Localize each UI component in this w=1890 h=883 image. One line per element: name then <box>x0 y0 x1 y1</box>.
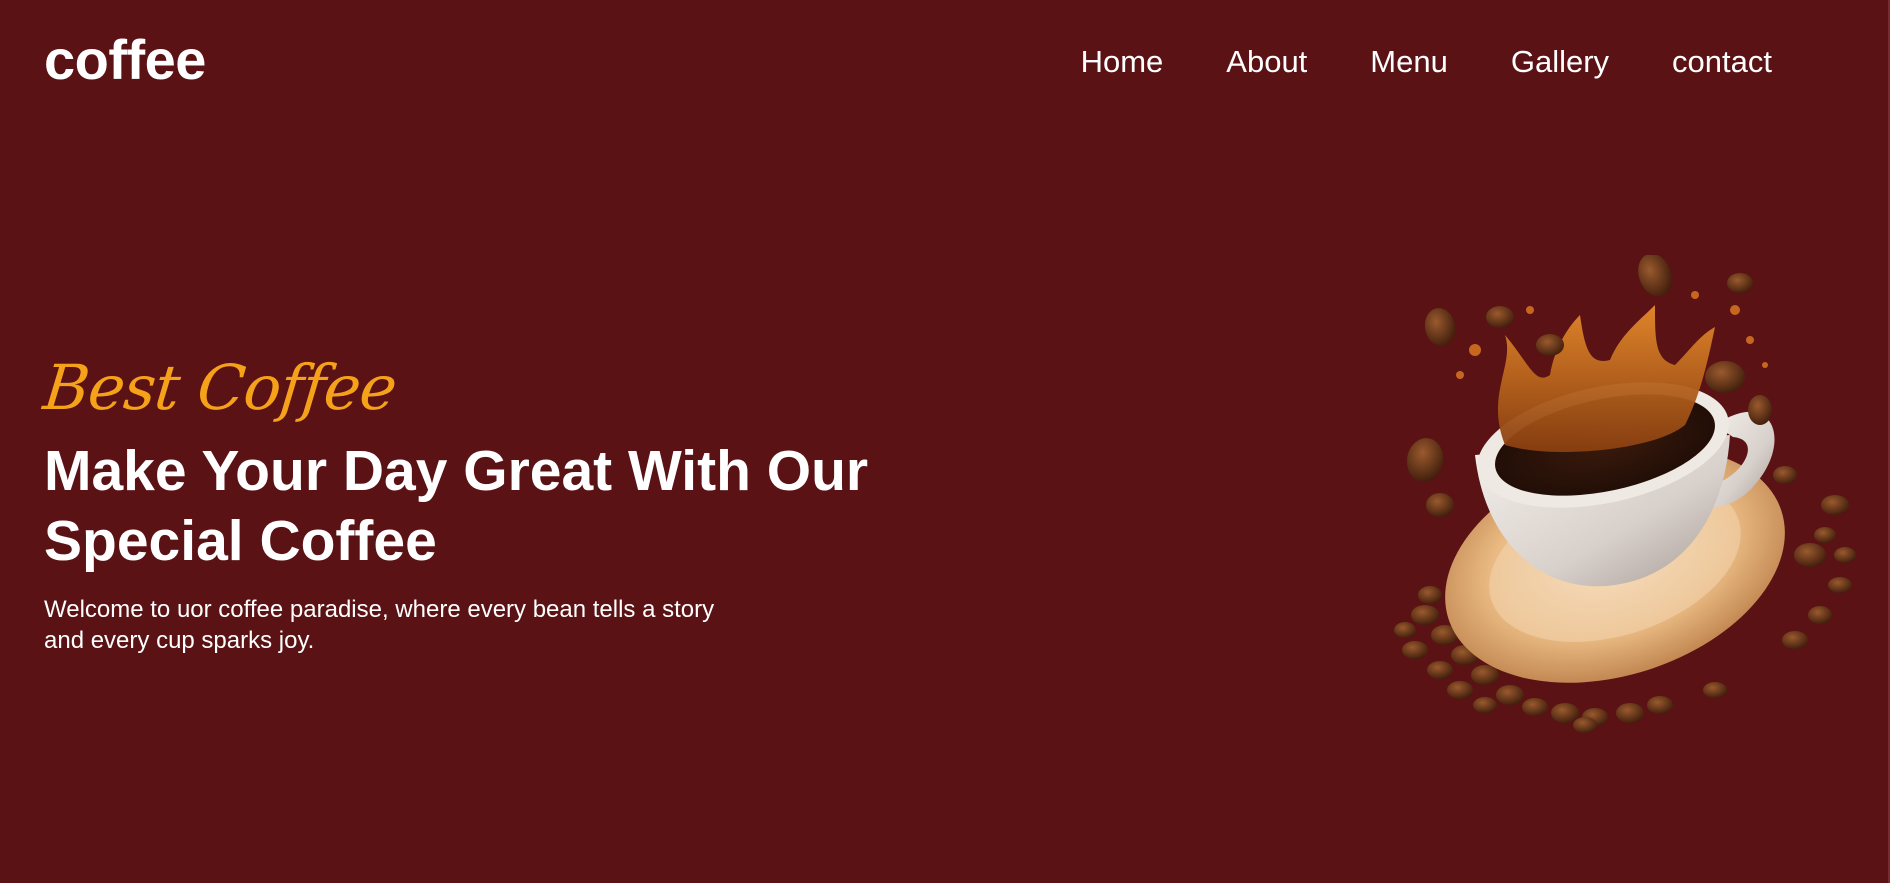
hero-headline: Make Your Day Great With Our Special Cof… <box>44 439 869 573</box>
main-nav: Home About Menu Gallery contact <box>1081 42 1772 82</box>
coffee-cup-splash-illustration <box>1355 255 1865 745</box>
site-logo[interactable]: coffee <box>44 28 206 92</box>
nav-link-home[interactable]: Home <box>1081 42 1164 82</box>
hero-section: Best Coffee Make Your Day Great With Our… <box>40 351 964 656</box>
page: coffee Home About Menu Gallery contact B… <box>0 0 1890 883</box>
hero-subtext: Welcome to uor coffee paradise, where ev… <box>44 596 715 654</box>
nav-link-menu[interactable]: Menu <box>1370 42 1448 82</box>
nav-link-contact[interactable]: contact <box>1672 42 1772 82</box>
hero-kicker: Best Coffee <box>40 351 400 424</box>
nav-link-gallery[interactable]: Gallery <box>1511 42 1609 82</box>
nav-link-about[interactable]: About <box>1226 42 1307 82</box>
